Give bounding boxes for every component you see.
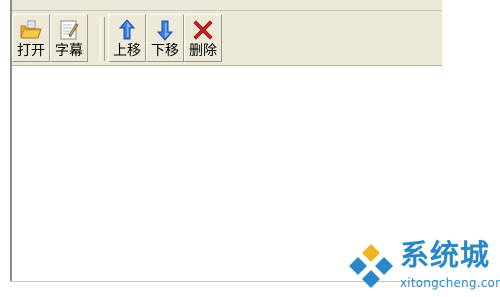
open-folder-icon (20, 20, 42, 39)
subtitle-edit-icon (60, 20, 79, 40)
arrow-up-icon (118, 19, 136, 40)
delete-button[interactable]: 删除 (184, 14, 222, 62)
toolbar-separator (100, 17, 105, 61)
toolbar: 打开 字幕 上移 下移 删除 (12, 11, 442, 66)
toolbar-group-edit: 上移 下移 删除 (108, 14, 222, 62)
subtitle-button[interactable]: 字幕 (50, 14, 88, 62)
move-down-button-label: 下移 (151, 43, 179, 59)
watermark-brand: 系统城 (400, 238, 491, 272)
open-button[interactable]: 打开 (12, 14, 50, 62)
subtitle-button-label: 字幕 (55, 43, 83, 59)
toolbar-group-file: 打开 字幕 (12, 14, 88, 62)
open-button-label: 打开 (17, 43, 45, 59)
watermark-url: xitongcheng.com (400, 276, 500, 290)
delete-x-icon (193, 20, 213, 40)
watermark-logo-icon (349, 244, 393, 288)
watermark: 系统城 xitongcheng.com (344, 236, 500, 297)
move-up-button[interactable]: 上移 (108, 14, 146, 62)
move-down-button[interactable]: 下移 (146, 14, 184, 62)
window-top-strip (12, 0, 442, 11)
delete-button-label: 删除 (189, 43, 217, 59)
arrow-down-icon (156, 20, 174, 41)
move-up-button-label: 上移 (113, 43, 141, 59)
